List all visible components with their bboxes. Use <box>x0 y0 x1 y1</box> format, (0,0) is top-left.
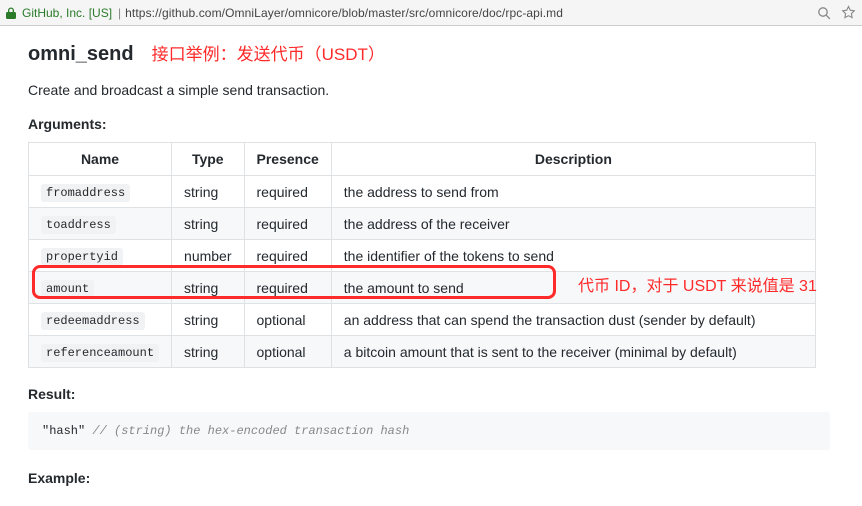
page-title: omni_send <box>28 43 134 66</box>
arg-name: referenceamount <box>41 344 159 362</box>
arg-presence: optional <box>244 336 331 368</box>
arg-presence: required <box>244 208 331 240</box>
arg-name: redeemaddress <box>41 312 145 330</box>
result-code-block: "hash" // (string) the hex-encoded trans… <box>28 412 830 450</box>
arg-name-cell: referenceamount <box>29 336 172 368</box>
arg-name-cell: amount <box>29 272 172 304</box>
arg-name-cell: redeemaddress <box>29 304 172 336</box>
col-name: Name <box>29 143 172 176</box>
arg-description: the address to send from <box>331 176 815 208</box>
arg-name-cell: fromaddress <box>29 176 172 208</box>
lock-icon <box>6 7 16 19</box>
url-text: https://github.com/OmniLayer/omnicore/bl… <box>125 6 817 20</box>
arg-name-cell: toaddress <box>29 208 172 240</box>
table-row: toaddress stringrequiredthe address of th… <box>29 208 816 240</box>
site-identity-label: GitHub, Inc. [US] <box>22 6 112 20</box>
arguments-heading: Arguments: <box>28 116 834 132</box>
arg-presence: required <box>244 240 331 272</box>
table-row: redeemaddress stringoptionalan address th… <box>29 304 816 336</box>
browser-address-bar[interactable]: GitHub, Inc. [US] | https://github.com/O… <box>0 0 862 26</box>
arg-type: string <box>172 176 244 208</box>
arg-description: the identifier of the tokens to send <box>331 240 815 272</box>
document-content: omni_send 接口举例：发送代币（USDT） Create and bro… <box>0 26 862 506</box>
col-presence: Presence <box>244 143 331 176</box>
arg-type: string <box>172 272 244 304</box>
arg-name: propertyid <box>41 248 123 266</box>
arg-presence: optional <box>244 304 331 336</box>
arg-description: the address of the receiver <box>331 208 815 240</box>
col-description: Description <box>331 143 815 176</box>
table-row: fromaddress stringrequiredthe address to … <box>29 176 816 208</box>
result-code-string: "hash" <box>42 424 85 438</box>
table-row: referenceamount stringoptionala bitcoin a… <box>29 336 816 368</box>
star-icon[interactable] <box>841 5 856 20</box>
arg-name: amount <box>41 280 94 298</box>
url-separator: | <box>118 6 121 20</box>
arg-description: a bitcoin amount that is sent to the rec… <box>331 336 815 368</box>
example-heading: Example: <box>28 470 834 486</box>
table-row: propertyid numberrequiredthe identifier o… <box>29 240 816 272</box>
title-annotation: 接口举例：发送代币（USDT） <box>152 40 385 65</box>
arg-presence: required <box>244 176 331 208</box>
arg-type: string <box>172 304 244 336</box>
row-highlight-note: 代币 ID，对于 USDT 来说值是 31 <box>578 272 817 296</box>
table-header-row: Name Type Presence Description <box>29 143 816 176</box>
arg-description: an address that can spend the transactio… <box>331 304 815 336</box>
search-icon[interactable] <box>817 6 831 20</box>
result-code-comment: // (string) the hex-encoded transaction … <box>85 424 409 438</box>
result-heading: Result: <box>28 386 834 402</box>
arg-presence: required <box>244 272 331 304</box>
arg-type: string <box>172 208 244 240</box>
arguments-table: Name Type Presence Description fromaddre… <box>28 142 816 368</box>
arg-name-cell: propertyid <box>29 240 172 272</box>
description-text: Create and broadcast a simple send trans… <box>28 82 834 98</box>
arg-name: toaddress <box>41 216 116 234</box>
arg-type: string <box>172 336 244 368</box>
arg-type: number <box>172 240 244 272</box>
arg-name: fromaddress <box>41 184 130 202</box>
col-type: Type <box>172 143 244 176</box>
